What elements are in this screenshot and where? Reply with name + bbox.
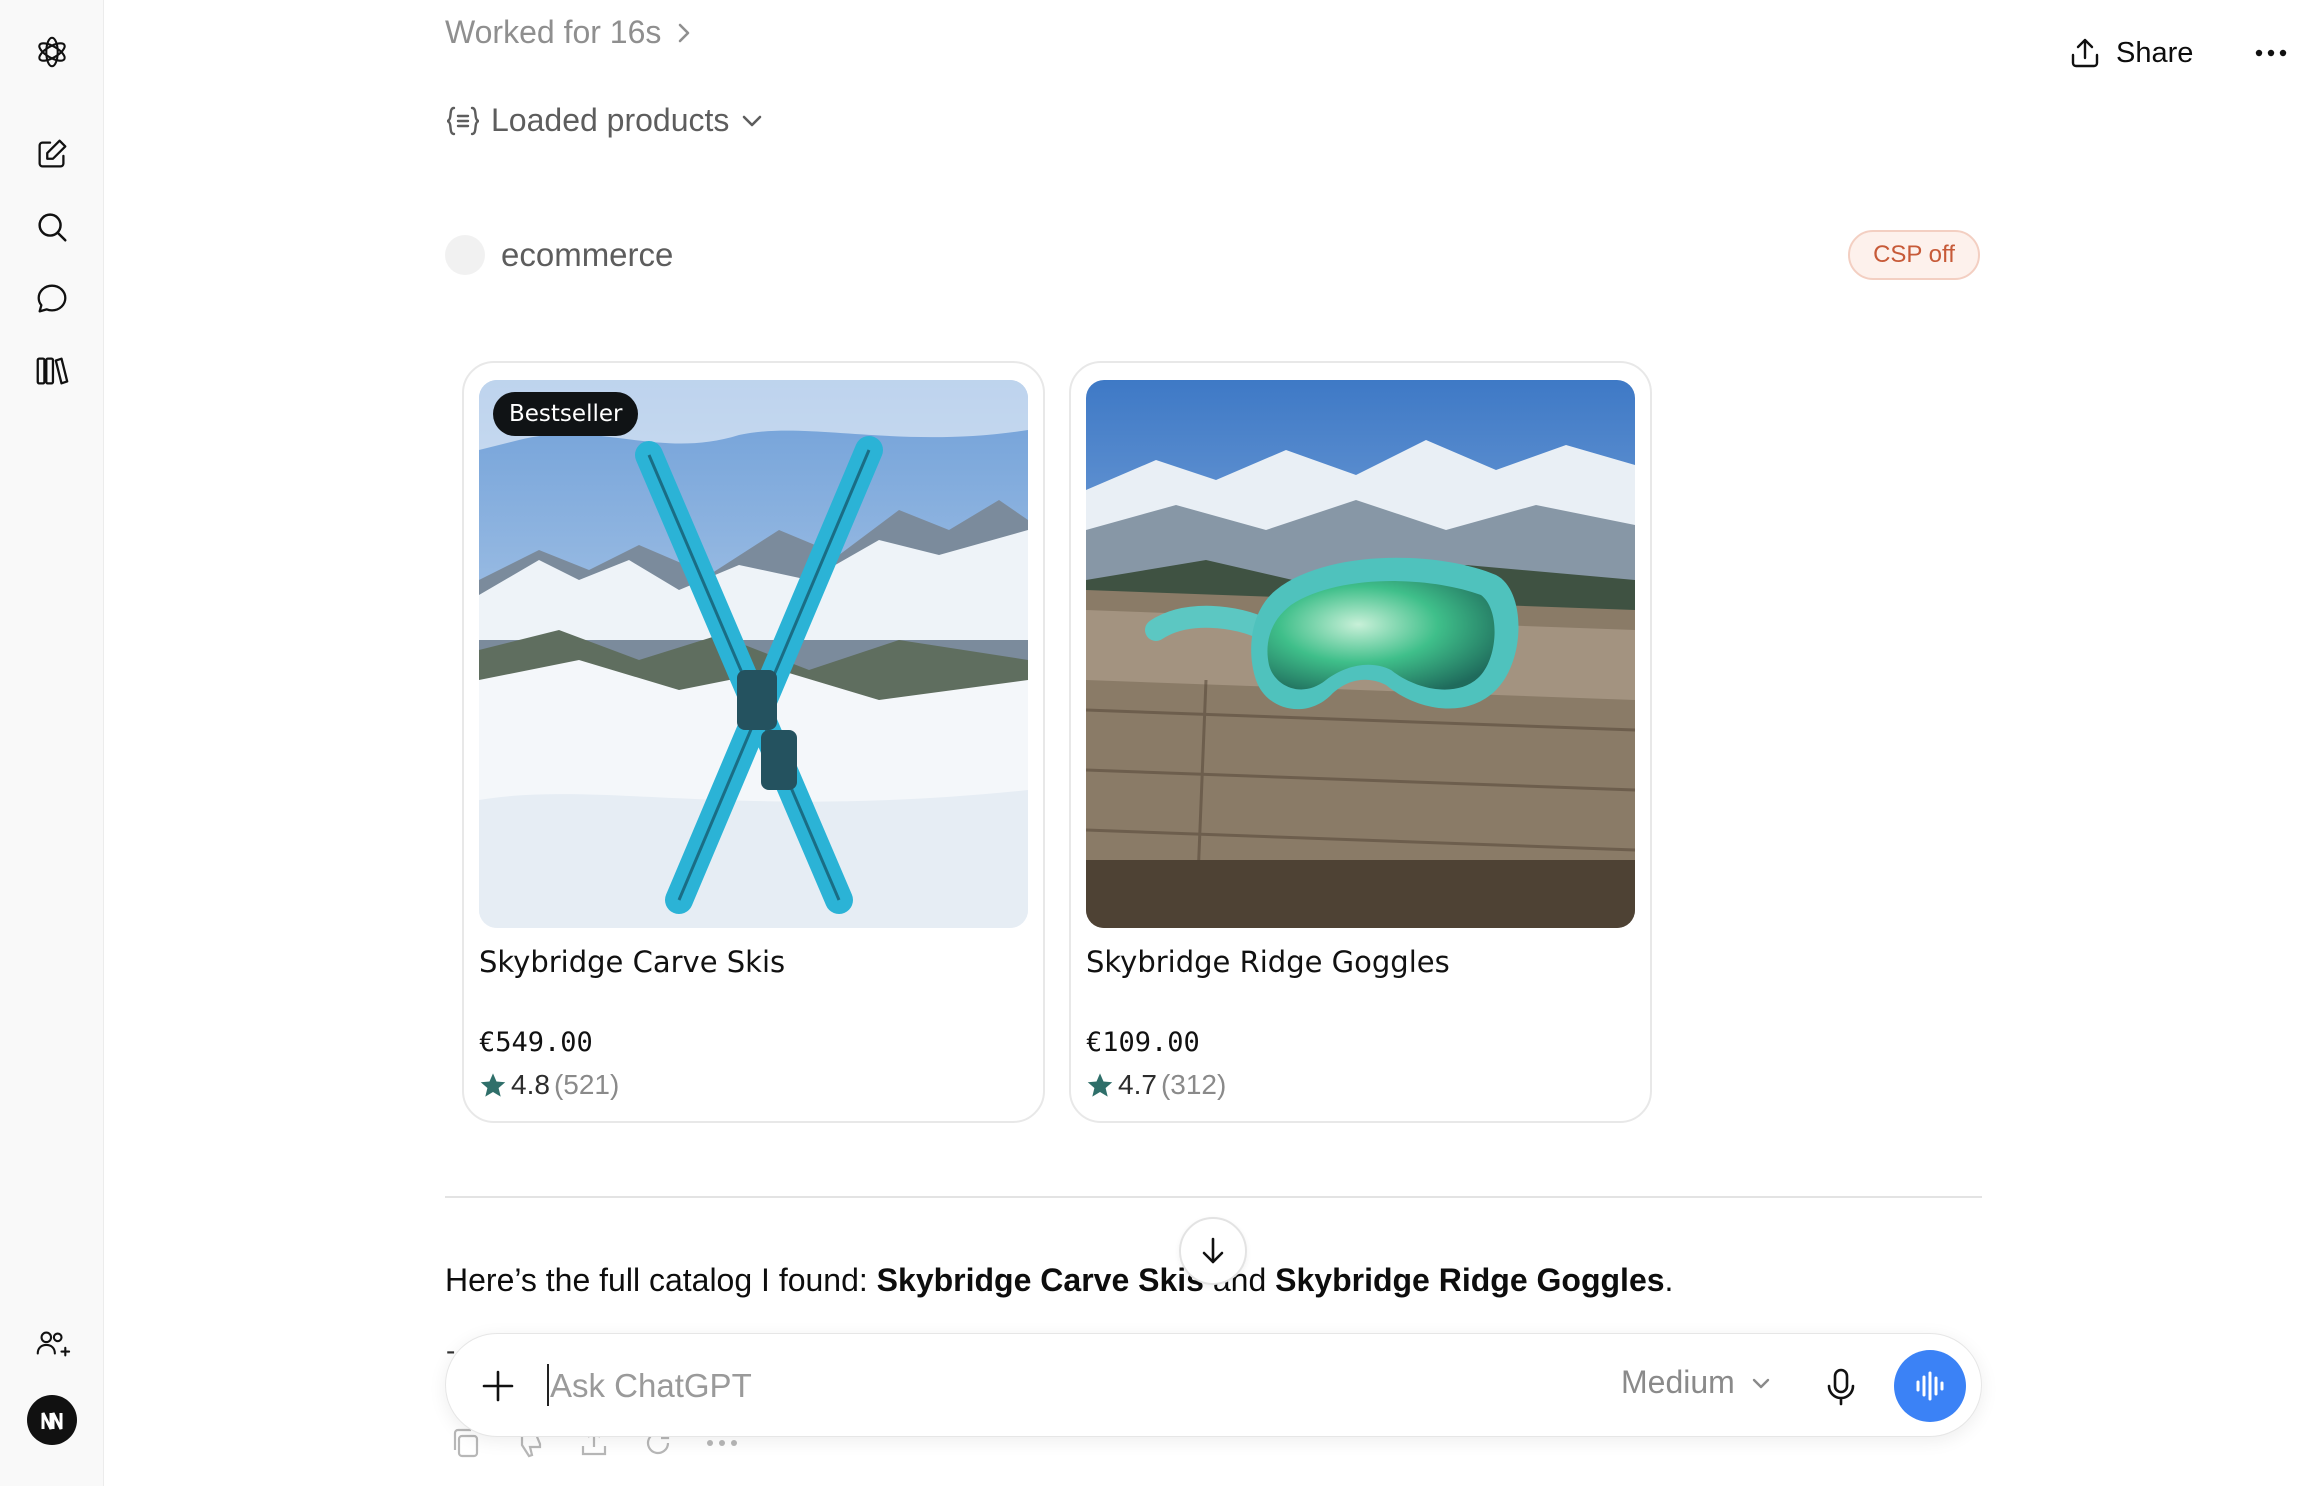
share-label: Share xyxy=(2116,36,2194,69)
microphone-icon xyxy=(1827,1368,1855,1406)
voice-waveform-icon xyxy=(1916,1371,1944,1401)
product-card[interactable]: Bestseller Skybridge Carve Skis €549.00 … xyxy=(462,361,1045,1123)
chevron-down-icon xyxy=(743,115,762,126)
pencil-square-icon xyxy=(38,139,67,168)
divider xyxy=(445,1196,1982,1198)
plus-icon xyxy=(482,1370,514,1402)
avatar-logo-icon xyxy=(41,1412,63,1430)
product-image xyxy=(479,380,1028,928)
avatar[interactable] xyxy=(27,1395,77,1445)
message-item-1: Skybridge Carve Skis xyxy=(876,1262,1204,1298)
product-image xyxy=(1086,380,1635,928)
loaded-products-toggle[interactable]: Loaded products xyxy=(445,102,765,139)
review-count: (521) xyxy=(553,1069,620,1100)
product-card[interactable]: Skybridge Ridge Goggles €109.00 4.7 (312… xyxy=(1069,361,1652,1123)
app-icon xyxy=(445,235,485,275)
chat-bubble-icon xyxy=(37,284,67,313)
chevron-right-icon xyxy=(679,23,690,42)
ellipsis-icon xyxy=(2255,49,2287,57)
share-button[interactable]: Share xyxy=(2056,28,2205,78)
loaded-label: Loaded products xyxy=(491,102,730,138)
assistant-message: Here’s the full catalog I found: Skybrid… xyxy=(445,1262,1673,1299)
search-icon xyxy=(38,213,67,242)
add-people-icon xyxy=(36,1331,71,1357)
attach-button[interactable] xyxy=(474,1362,522,1410)
dictate-button[interactable] xyxy=(1818,1364,1864,1410)
prompt-input[interactable] xyxy=(550,1360,1550,1412)
review-count: (312) xyxy=(1160,1069,1227,1100)
sidebar xyxy=(0,0,104,1486)
text-cursor xyxy=(547,1364,549,1406)
rating-value: 4.7 xyxy=(1118,1069,1157,1100)
openai-logo-icon[interactable] xyxy=(22,22,82,82)
voice-mode-button[interactable] xyxy=(1894,1350,1966,1422)
braces-icon xyxy=(446,106,480,135)
chats-button[interactable] xyxy=(22,269,82,329)
star-icon xyxy=(480,1073,506,1097)
search-button[interactable] xyxy=(22,197,82,257)
message-item-2: Skybridge Ridge Goggles xyxy=(1275,1262,1665,1298)
upload-icon xyxy=(2071,38,2099,68)
csp-status-badge: CSP off xyxy=(1848,230,1980,280)
add-people-button[interactable] xyxy=(22,1314,82,1374)
app-name: ecommerce xyxy=(501,236,674,273)
model-label: Medium xyxy=(1621,1364,1735,1400)
new-chat-button[interactable] xyxy=(22,124,82,184)
composer: Medium xyxy=(445,1333,1982,1437)
library-button[interactable] xyxy=(22,341,82,401)
worked-label: Worked for 16s xyxy=(445,14,662,50)
product-name: Skybridge Carve Skis xyxy=(479,945,786,979)
rating-value: 4.8 xyxy=(511,1069,550,1100)
bestseller-badge: Bestseller xyxy=(493,392,639,436)
model-selector[interactable]: Medium xyxy=(1621,1364,1773,1401)
product-price: €109.00 xyxy=(1086,1027,1200,1058)
star-icon xyxy=(1087,1073,1113,1097)
worked-for-toggle[interactable]: Worked for 16s xyxy=(445,14,695,51)
chevron-down-icon xyxy=(1752,1378,1770,1388)
product-rating: 4.7 (312) xyxy=(1086,1069,1226,1101)
product-name: Skybridge Ridge Goggles xyxy=(1086,945,1450,979)
message-suffix: . xyxy=(1664,1262,1674,1298)
product-rating: 4.8 (521) xyxy=(479,1069,619,1101)
library-icon xyxy=(36,357,69,385)
more-options-button[interactable] xyxy=(2246,28,2296,78)
scroll-to-bottom-button[interactable] xyxy=(1179,1217,1247,1285)
product-price: €549.00 xyxy=(479,1027,593,1058)
arrow-down-icon xyxy=(1202,1237,1224,1264)
message-prefix: Here’s the full catalog I found: xyxy=(445,1262,877,1298)
